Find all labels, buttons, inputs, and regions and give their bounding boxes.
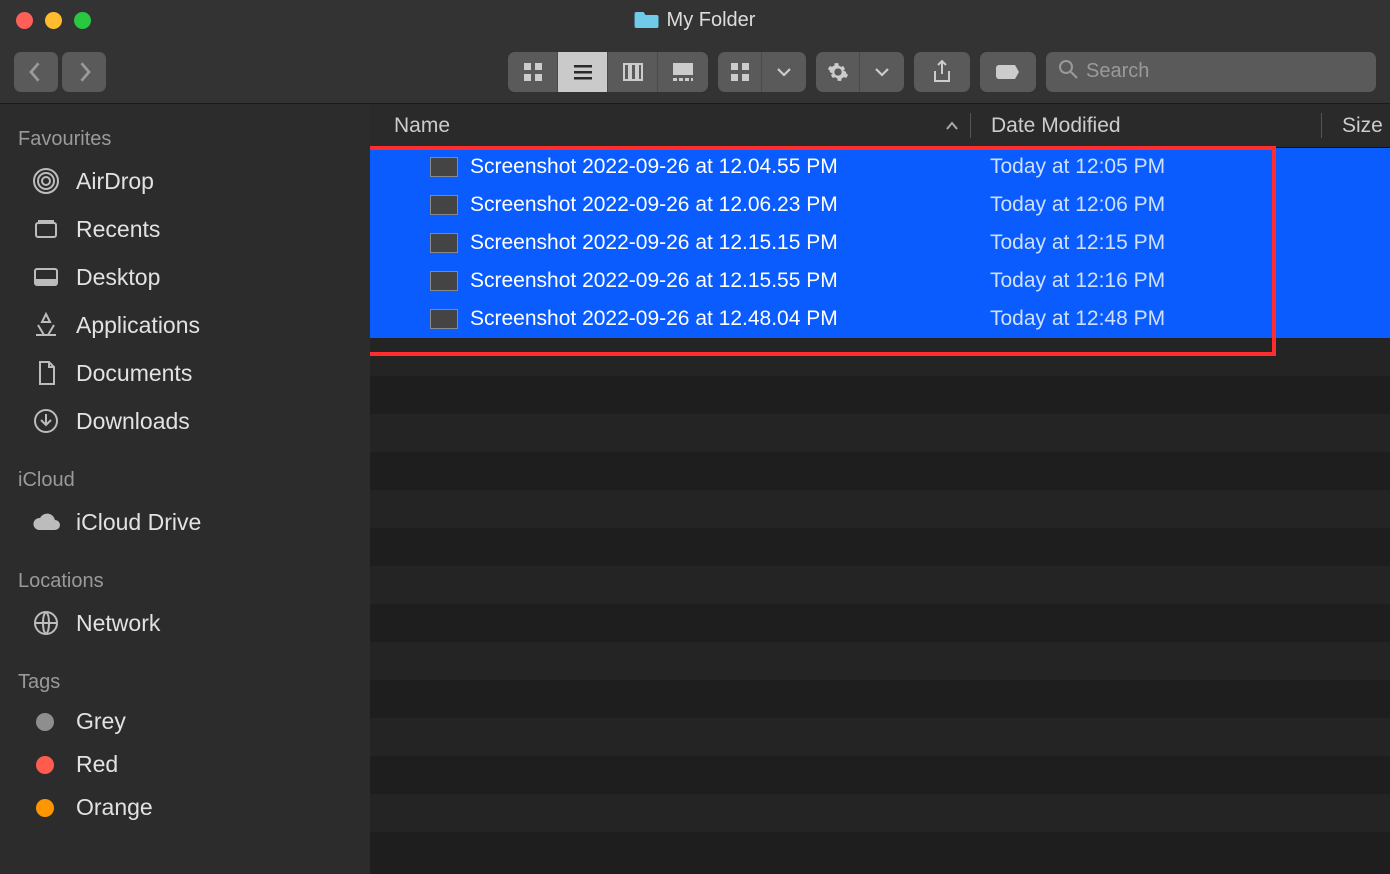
file-row[interactable]: Screenshot 2022-09-26 at 12.04.55 PM Tod…: [370, 148, 1390, 186]
sidebar-item-label: Desktop: [76, 264, 160, 291]
tag-dot-icon: [36, 713, 54, 731]
chevron-down-icon: [762, 52, 806, 92]
sidebar-section-locations: Locations: [0, 560, 370, 599]
sidebar-item-icloud-drive[interactable]: iCloud Drive: [0, 498, 370, 546]
gallery-view-button[interactable]: [658, 52, 708, 92]
sidebar-item-label: Orange: [76, 794, 153, 821]
file-thumbnail-icon: [430, 271, 458, 291]
file-row[interactable]: Screenshot 2022-09-26 at 12.06.23 PM Tod…: [370, 186, 1390, 224]
file-thumbnail-icon: [430, 309, 458, 329]
file-name: Screenshot 2022-09-26 at 12.15.55 PM: [470, 269, 838, 293]
search-field[interactable]: [1046, 52, 1376, 92]
close-window-button[interactable]: [16, 12, 33, 29]
file-name: Screenshot 2022-09-26 at 12.06.23 PM: [470, 193, 838, 217]
file-list-pane: Name Date Modified Size Screenshot 2022-…: [370, 104, 1390, 874]
file-thumbnail-icon: [430, 195, 458, 215]
back-button[interactable]: [14, 52, 58, 92]
downloads-icon: [30, 405, 62, 437]
column-headers: Name Date Modified Size: [370, 104, 1390, 148]
column-header-label: Date Modified: [991, 114, 1121, 137]
applications-icon: [30, 309, 62, 341]
tag-dot-icon: [36, 799, 54, 817]
window-title: My Folder: [635, 9, 756, 32]
search-icon: [1058, 59, 1078, 84]
folder-icon: [635, 10, 659, 30]
view-mode-segment: [508, 52, 708, 92]
sidebar-item-network[interactable]: Network: [0, 599, 370, 647]
file-row[interactable]: Screenshot 2022-09-26 at 12.48.04 PM Tod…: [370, 300, 1390, 338]
sidebar-tag-grey[interactable]: Grey: [0, 700, 370, 743]
column-header-label: Name: [394, 114, 450, 138]
sidebar-section-tags: Tags: [0, 661, 370, 700]
file-row[interactable]: Screenshot 2022-09-26 at 12.15.15 PM Tod…: [370, 224, 1390, 262]
window-controls: [16, 12, 91, 29]
sidebar-item-airdrop[interactable]: AirDrop: [0, 157, 370, 205]
column-view-button[interactable]: [608, 52, 658, 92]
sidebar-item-label: Applications: [76, 312, 200, 339]
sidebar-item-applications[interactable]: Applications: [0, 301, 370, 349]
sidebar-item-label: Recents: [76, 216, 160, 243]
network-icon: [30, 607, 62, 639]
chevron-down-icon: [860, 52, 904, 92]
file-date: Today at 12:48 PM: [970, 307, 1320, 331]
sidebar-item-downloads[interactable]: Downloads: [0, 397, 370, 445]
column-header-label: Size: [1342, 114, 1383, 137]
file-name: Screenshot 2022-09-26 at 12.15.15 PM: [470, 231, 838, 255]
sidebar-item-label: Documents: [76, 360, 192, 387]
maximize-window-button[interactable]: [74, 12, 91, 29]
file-date: Today at 12:06 PM: [970, 193, 1320, 217]
file-thumbnail-icon: [430, 233, 458, 253]
sidebar-item-label: AirDrop: [76, 168, 154, 195]
sidebar-section-favourites: Favourites: [0, 118, 370, 157]
file-date: Today at 12:05 PM: [970, 155, 1320, 179]
column-header-name[interactable]: Name: [370, 114, 970, 138]
file-rows: Screenshot 2022-09-26 at 12.04.55 PM Tod…: [370, 148, 1390, 870]
gear-icon: [816, 52, 860, 92]
sidebar-item-label: Grey: [76, 708, 126, 735]
sidebar-item-label: Red: [76, 751, 118, 778]
documents-icon: [30, 357, 62, 389]
sidebar-tag-red[interactable]: Red: [0, 743, 370, 786]
sidebar-item-label: Network: [76, 610, 160, 637]
sidebar-item-documents[interactable]: Documents: [0, 349, 370, 397]
forward-button[interactable]: [62, 52, 106, 92]
file-date: Today at 12:15 PM: [970, 231, 1320, 255]
sidebar-section-icloud: iCloud: [0, 459, 370, 498]
search-input[interactable]: [1086, 60, 1364, 83]
sidebar-item-desktop[interactable]: Desktop: [0, 253, 370, 301]
empty-rows: [370, 338, 1390, 870]
column-header-size[interactable]: Size: [1322, 114, 1390, 138]
group-by-button[interactable]: [718, 52, 806, 92]
tags-button[interactable]: [980, 52, 1036, 92]
desktop-icon: [30, 261, 62, 293]
sort-ascending-icon: [946, 118, 958, 134]
sidebar-tag-orange[interactable]: Orange: [0, 786, 370, 829]
action-menu-button[interactable]: [816, 52, 904, 92]
file-row[interactable]: Screenshot 2022-09-26 at 12.15.55 PM Tod…: [370, 262, 1390, 300]
tag-dot-icon: [36, 756, 54, 774]
titlebar: My Folder: [0, 0, 1390, 40]
icon-view-button[interactable]: [508, 52, 558, 92]
sidebar-item-recents[interactable]: Recents: [0, 205, 370, 253]
file-name: Screenshot 2022-09-26 at 12.48.04 PM: [470, 307, 838, 331]
sidebar-item-label: iCloud Drive: [76, 509, 201, 536]
sidebar: Favourites AirDrop Recents Desktop Appli…: [0, 104, 370, 874]
toolbar: [0, 40, 1390, 104]
file-thumbnail-icon: [430, 157, 458, 177]
share-button[interactable]: [914, 52, 970, 92]
recents-icon: [30, 213, 62, 245]
sidebar-item-label: Downloads: [76, 408, 190, 435]
airdrop-icon: [30, 165, 62, 197]
column-header-date[interactable]: Date Modified: [971, 114, 1321, 138]
window-title-text: My Folder: [667, 9, 756, 32]
list-view-button[interactable]: [558, 52, 608, 92]
group-icon: [718, 52, 762, 92]
minimize-window-button[interactable]: [45, 12, 62, 29]
cloud-icon: [30, 506, 62, 538]
file-date: Today at 12:16 PM: [970, 269, 1320, 293]
file-name: Screenshot 2022-09-26 at 12.04.55 PM: [470, 155, 838, 179]
